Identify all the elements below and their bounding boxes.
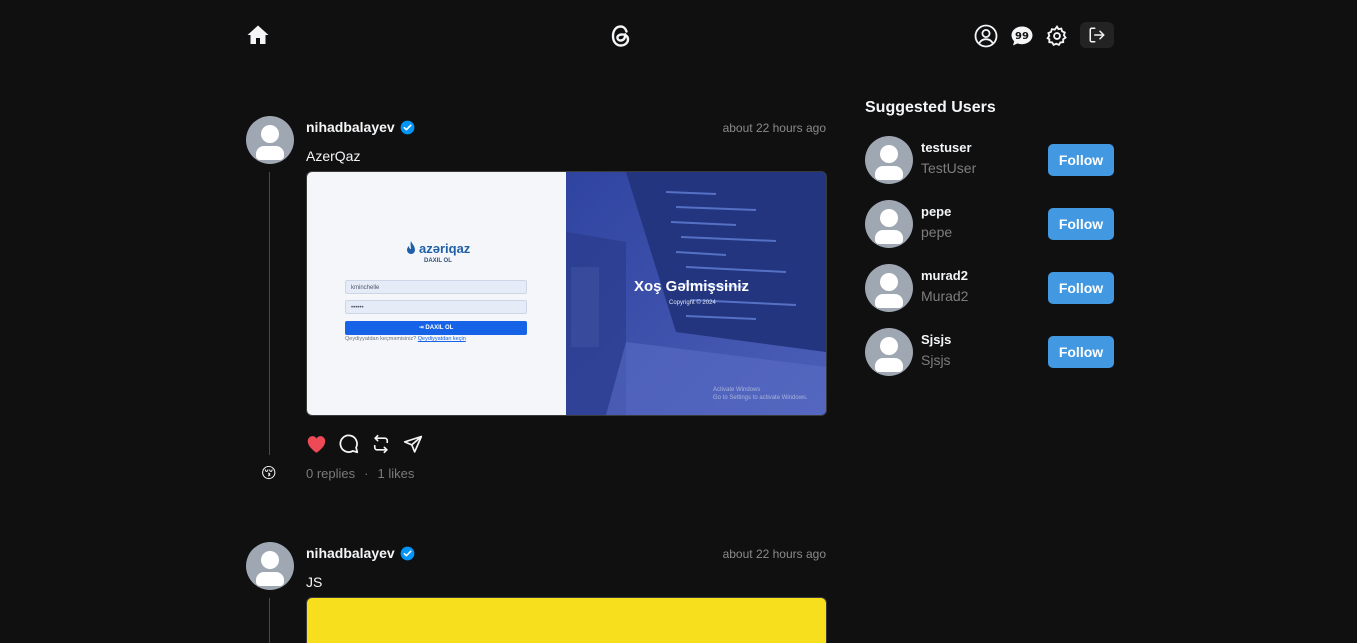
threads-logo-icon[interactable] xyxy=(608,22,634,50)
image-login-button: ⇥ DAXIL OL xyxy=(345,321,527,335)
activate-line-1: Activate Windows xyxy=(713,387,761,393)
image-footer-text: Qeydiyyatdan keçməmisiniz? xyxy=(345,336,417,342)
share-icon[interactable] xyxy=(402,433,423,454)
suggested-user: pepe pepe Follow xyxy=(865,200,1114,248)
suggested-user-avatar[interactable] xyxy=(865,264,913,312)
post-username[interactable]: nihadbalayev xyxy=(306,119,395,135)
suggested-user-username[interactable]: Sjsjs xyxy=(921,332,951,347)
logout-icon[interactable] xyxy=(1080,22,1114,48)
post-username[interactable]: nihadbalayev xyxy=(306,545,395,561)
page: 99 😚 nihadbalayev about 22 hours ago Aze… xyxy=(0,0,1357,643)
suggested-users-title: Suggested Users xyxy=(865,99,996,116)
chat-icon[interactable]: 99 xyxy=(1009,23,1035,49)
suggested-user-avatar[interactable] xyxy=(865,328,913,376)
suggested-user-username[interactable]: pepe xyxy=(921,204,951,219)
post-avatar[interactable] xyxy=(246,542,294,590)
image-login-footer: Qeydiyyatdan keçməmisiniz? Qeydiyyatdan … xyxy=(345,336,466,342)
suggested-user-name: pepe xyxy=(921,224,953,240)
post-stats: 0 replies · 1 likes xyxy=(306,466,414,481)
repost-icon[interactable] xyxy=(370,433,391,454)
post[interactable]: nihadbalayev about 22 hours ago JS xyxy=(246,542,827,643)
follow-button[interactable]: Follow xyxy=(1048,208,1114,240)
likes-count[interactable]: 1 likes xyxy=(377,466,414,481)
suggested-user: Sjsjs Sjsjs Follow xyxy=(865,328,1114,376)
image-username-field: kminchelle xyxy=(345,280,527,294)
suggested-user-avatar[interactable] xyxy=(865,136,913,184)
post-actions xyxy=(306,433,423,454)
suggested-user-username[interactable]: testuser xyxy=(921,140,972,155)
suggested-user-name: TestUser xyxy=(921,160,977,176)
flame-icon xyxy=(407,241,415,254)
image-password-field: •••••• xyxy=(345,300,527,314)
image-footer-link: Qeydiyyatdan keçin xyxy=(417,336,466,342)
follow-button[interactable]: Follow xyxy=(1048,336,1114,368)
suggested-user: testuser TestUser Follow xyxy=(865,136,1114,184)
suggested-user-username[interactable]: murad2 xyxy=(921,268,968,283)
post-image[interactable]: azəriqaz DAXIL OL kminchelle •••••• ⇥ DA… xyxy=(306,171,827,416)
like-icon[interactable] xyxy=(306,433,327,454)
suggested-user-name: Murad2 xyxy=(921,288,969,304)
azeriqaz-brand-text: azəriqaz xyxy=(419,241,471,256)
follow-button[interactable]: Follow xyxy=(1048,272,1114,304)
post-text: AzerQaz xyxy=(306,148,361,164)
image-login-button-label: DAXIL OL xyxy=(425,325,454,331)
image-activate-windows: Activate Windows Go to Settings to activa… xyxy=(713,386,808,402)
login-subtitle: DAXIL OL xyxy=(424,258,452,264)
home-icon[interactable] xyxy=(245,22,271,48)
post[interactable]: 😚 nihadbalayev about 22 hours ago AzerQa… xyxy=(246,116,827,486)
verified-badge-icon xyxy=(400,546,415,560)
image-login-panel: azəriqaz DAXIL OL kminchelle •••••• ⇥ DA… xyxy=(307,172,566,415)
profile-icon[interactable] xyxy=(973,23,999,49)
post-time: about 22 hours ago xyxy=(722,547,826,561)
stats-separator: · xyxy=(364,466,369,481)
svg-text:99: 99 xyxy=(1015,31,1029,42)
activate-line-2: Go to Settings to activate Windows. xyxy=(713,395,808,401)
post-image[interactable] xyxy=(306,597,827,643)
post-avatar[interactable] xyxy=(246,116,294,164)
image-copyright: Copyright © 2024 xyxy=(669,300,716,306)
suggested-user-avatar[interactable] xyxy=(865,200,913,248)
comment-icon[interactable] xyxy=(338,433,359,454)
verified-badge-icon xyxy=(400,120,415,134)
post-time: about 22 hours ago xyxy=(722,121,826,135)
post-text: JS xyxy=(306,574,323,590)
follow-button[interactable]: Follow xyxy=(1048,144,1114,176)
image-welcome-panel: Xoş Gəlmişsiniz Copyright © 2024 Activat… xyxy=(566,172,826,415)
azeriqaz-logo: azəriqaz xyxy=(405,241,470,256)
post-header: nihadbalayev xyxy=(306,545,415,561)
post-header: nihadbalayev xyxy=(306,119,415,135)
thread-line xyxy=(269,598,270,643)
suggested-user-name: Sjsjs xyxy=(921,352,951,368)
settings-icon[interactable] xyxy=(1044,23,1070,49)
image-welcome-title: Xoş Gəlmişsiniz xyxy=(634,278,750,295)
suggested-user: murad2 Murad2 Follow xyxy=(865,264,1114,312)
replies-count[interactable]: 0 replies xyxy=(306,466,355,481)
thread-line xyxy=(269,172,270,455)
reply-avatar-emoji: 😚 xyxy=(261,465,277,482)
